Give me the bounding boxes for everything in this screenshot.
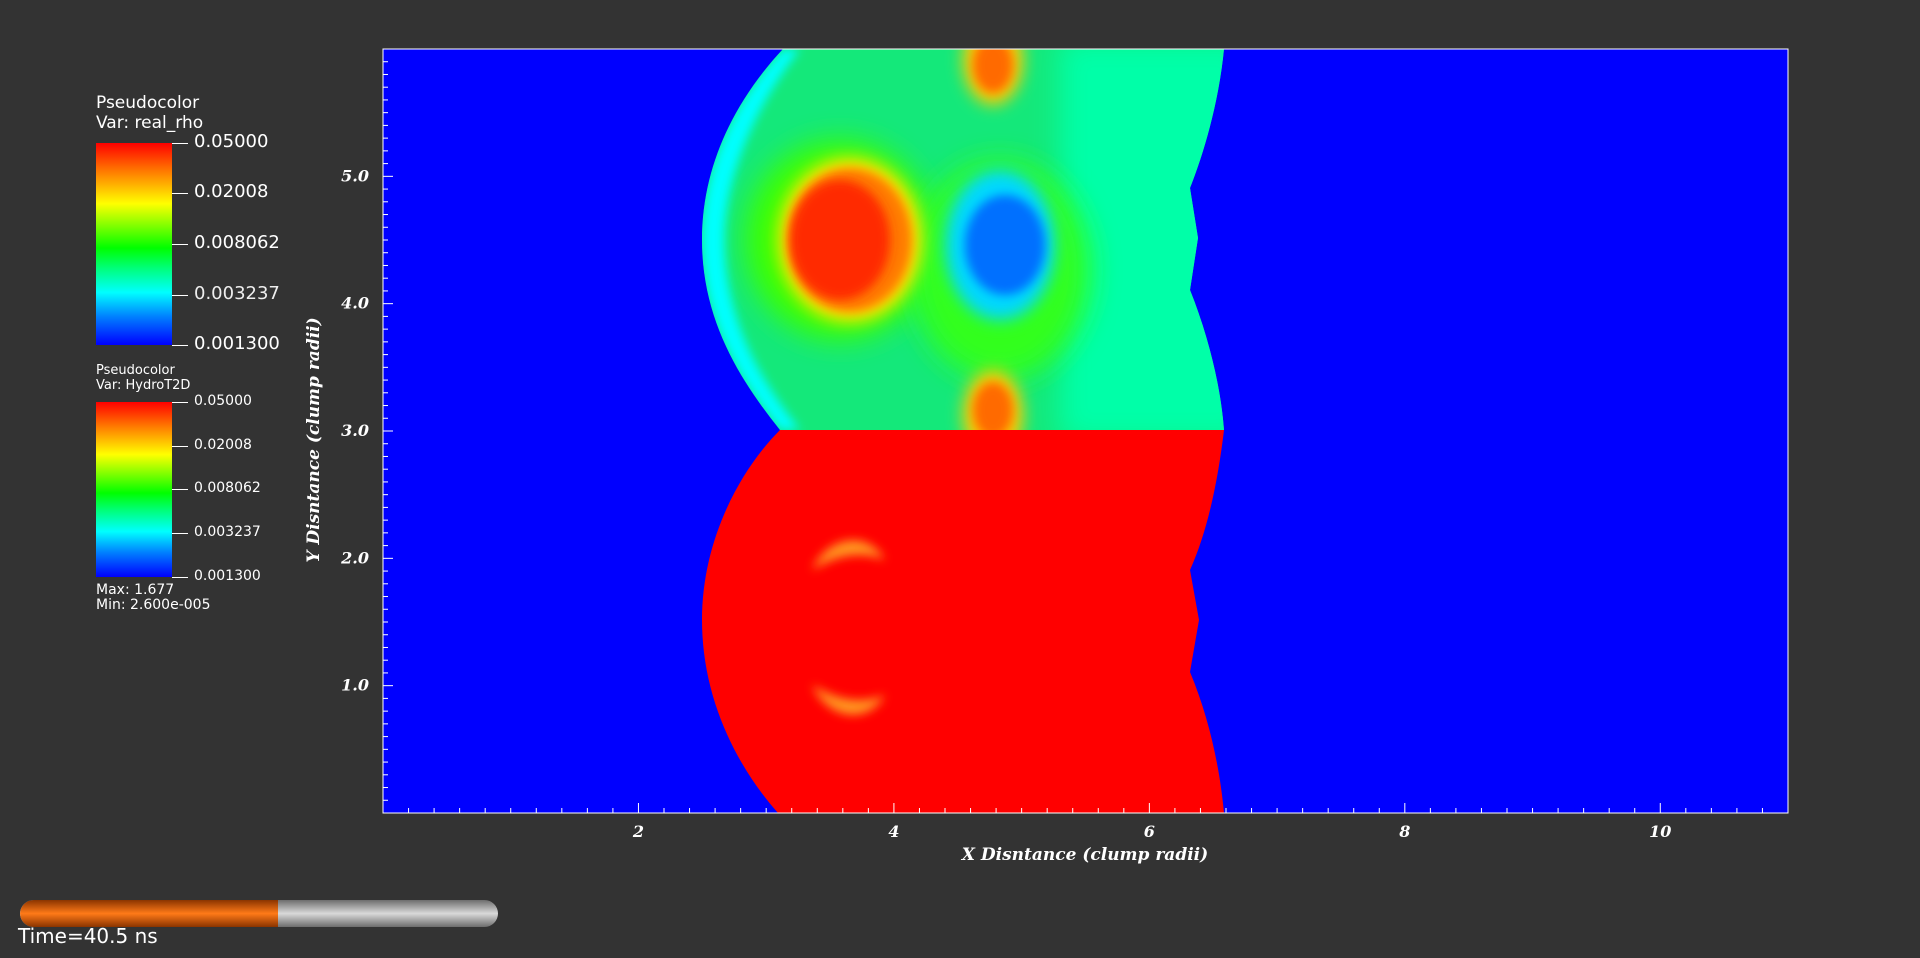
y-tick-label: 3.0 xyxy=(341,421,369,440)
x-tick-label: 8 xyxy=(1398,822,1410,841)
y-tick-label: 5.0 xyxy=(341,166,369,185)
pseudocolor-plot: 2 4 6 8 10 1.0 2.0 3.0 4.0 5.0 X Disntance (clum… xyxy=(304,48,1789,865)
time-label: Time=40.5 ns xyxy=(18,924,158,948)
x-tick-label: 4 xyxy=(888,822,899,841)
y-axis: 1.0 2.0 3.0 4.0 5.0 xyxy=(340,48,393,814)
hydro-shell-bottom xyxy=(702,430,1224,813)
x-tick-label: 10 xyxy=(1649,822,1671,841)
time-progress-fill xyxy=(20,900,279,927)
high-density-core xyxy=(790,180,890,300)
x-tick-label: 2 xyxy=(632,822,644,841)
y-tick-label: 2.0 xyxy=(340,548,369,567)
y-tick-label: 1.0 xyxy=(341,676,369,695)
x-tick-label: 6 xyxy=(1144,822,1155,841)
density-shell-top xyxy=(702,49,1224,430)
y-tick-label: 4.0 xyxy=(341,294,369,313)
plot-image xyxy=(383,49,1788,813)
x-axis-label: X Disntance (clump radii) xyxy=(961,845,1208,865)
time-progress-bar[interactable] xyxy=(20,900,498,927)
y-axis-label: Y Disntance (clump radii) xyxy=(304,317,324,562)
